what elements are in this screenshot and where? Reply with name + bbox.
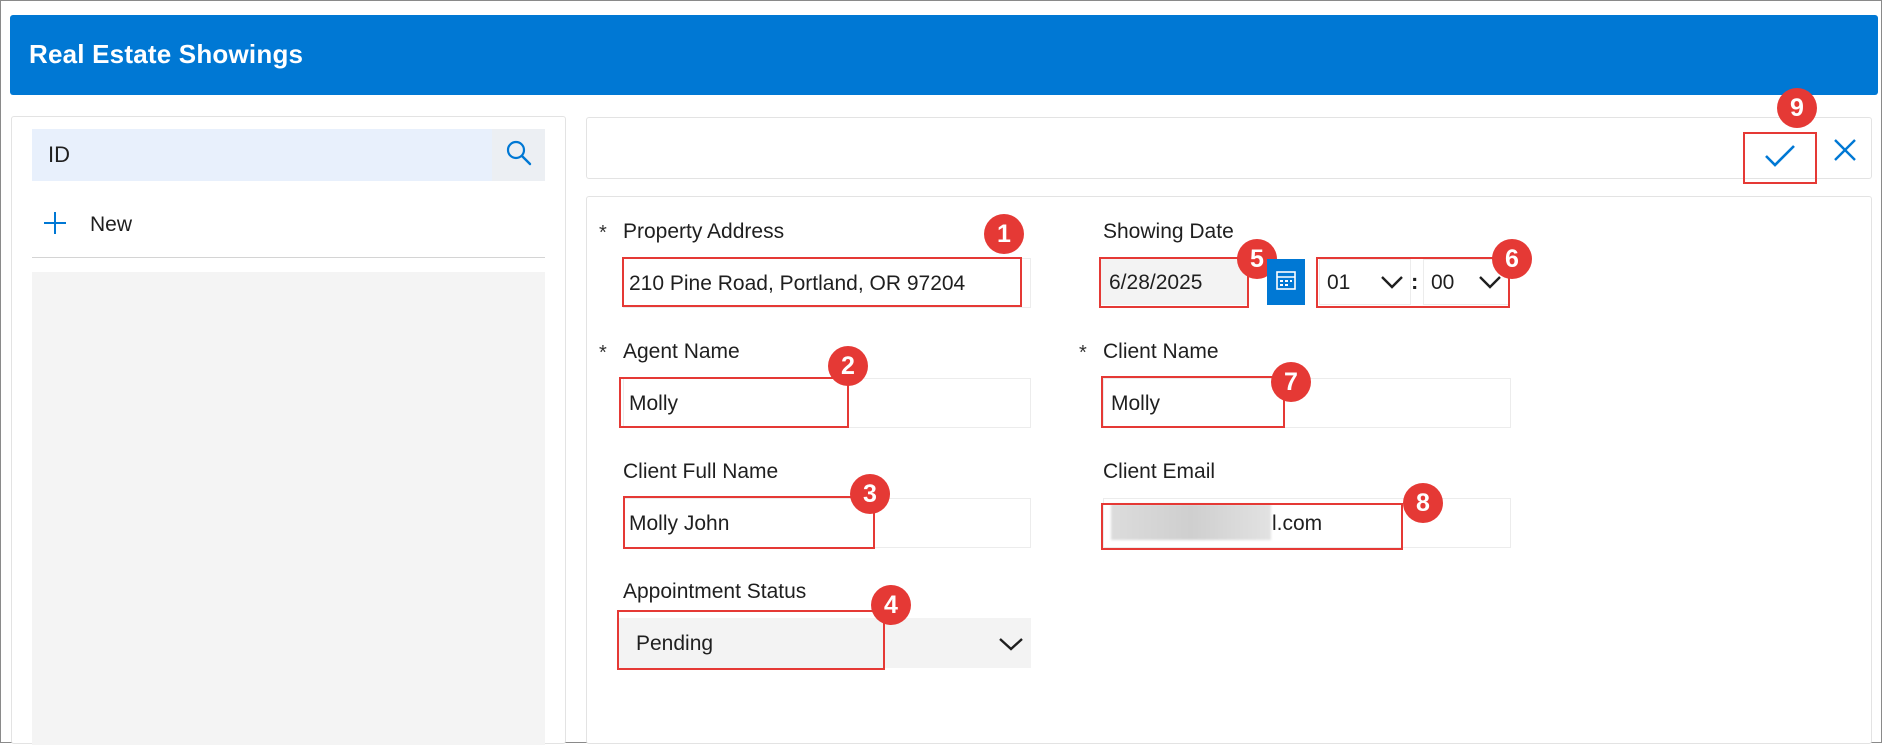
- required-marker: *: [599, 342, 607, 364]
- annotation-badge-7: 7: [1271, 362, 1311, 402]
- annotation-badge-9: 9: [1777, 88, 1817, 128]
- save-button[interactable]: [1743, 132, 1817, 184]
- annotation-badge-2: 2: [828, 346, 868, 386]
- search-input[interactable]: [32, 129, 492, 181]
- highlight-box: [617, 610, 885, 670]
- chevron-down-icon: [998, 636, 1024, 657]
- agent-name-label: Agent Name: [623, 340, 740, 363]
- close-icon: [1832, 137, 1858, 168]
- cancel-button[interactable]: [1825, 132, 1865, 172]
- required-marker: *: [599, 222, 607, 244]
- highlight-box: [1316, 257, 1510, 308]
- client-name-label: Client Name: [1103, 340, 1219, 363]
- app-header: Real Estate Showings: [10, 15, 1878, 95]
- highlight-box: [619, 377, 849, 428]
- calendar-icon: [1275, 269, 1297, 296]
- highlight-box: [1101, 376, 1285, 428]
- annotation-badge-8: 8: [1403, 483, 1443, 523]
- new-record-label: New: [90, 213, 133, 236]
- client-full-name-label: Client Full Name: [623, 460, 779, 483]
- checkmark-icon: [1763, 143, 1797, 174]
- showing-date-label: Showing Date: [1103, 220, 1234, 243]
- highlight-box: [1101, 503, 1403, 550]
- property-address-label: Property Address: [623, 220, 785, 243]
- calendar-button[interactable]: [1267, 259, 1305, 305]
- search-box: [32, 129, 492, 181]
- highlight-box: [623, 496, 875, 549]
- form-toolbar: [586, 117, 1872, 179]
- app-window: Real Estate Showings New 9: [0, 0, 1882, 745]
- new-record-button[interactable]: New: [42, 205, 132, 245]
- divider: [32, 257, 545, 258]
- highlight-box: [1099, 257, 1249, 308]
- search-icon: [505, 139, 533, 172]
- app-title: Real Estate Showings: [29, 39, 304, 69]
- highlight-box: [622, 257, 1022, 307]
- client-email-label: Client Email: [1103, 460, 1216, 483]
- search-button[interactable]: [492, 129, 545, 181]
- record-list[interactable]: [32, 272, 545, 745]
- required-marker: *: [1079, 342, 1087, 364]
- annotation-badge-6: 6: [1492, 239, 1532, 279]
- annotation-badge-1: 1: [984, 214, 1024, 254]
- annotation-badge-4: 4: [871, 585, 911, 625]
- record-list-panel: New: [11, 116, 566, 745]
- annotation-badge-3: 3: [850, 474, 890, 514]
- plus-icon: [42, 210, 68, 241]
- appointment-status-label: Appointment Status: [623, 580, 807, 603]
